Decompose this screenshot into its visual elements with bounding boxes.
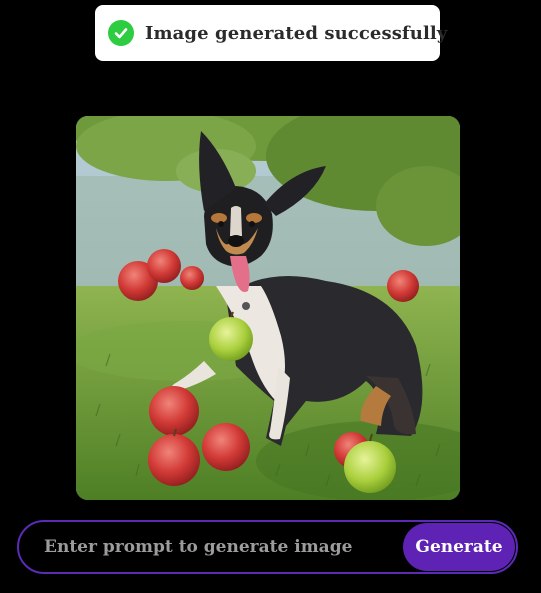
app-page: Image generated successfully Enter promp… (0, 0, 541, 593)
generate-button[interactable]: Generate (403, 523, 515, 571)
generated-image (76, 116, 460, 500)
prompt-bar: Generate (17, 520, 518, 574)
check-circle-icon (108, 20, 134, 46)
toast-message: Image generated successfully (145, 22, 448, 44)
success-toast: Image generated successfully (95, 5, 447, 61)
dog-with-apples-illustration (76, 116, 460, 500)
prompt-input[interactable] (19, 521, 403, 573)
